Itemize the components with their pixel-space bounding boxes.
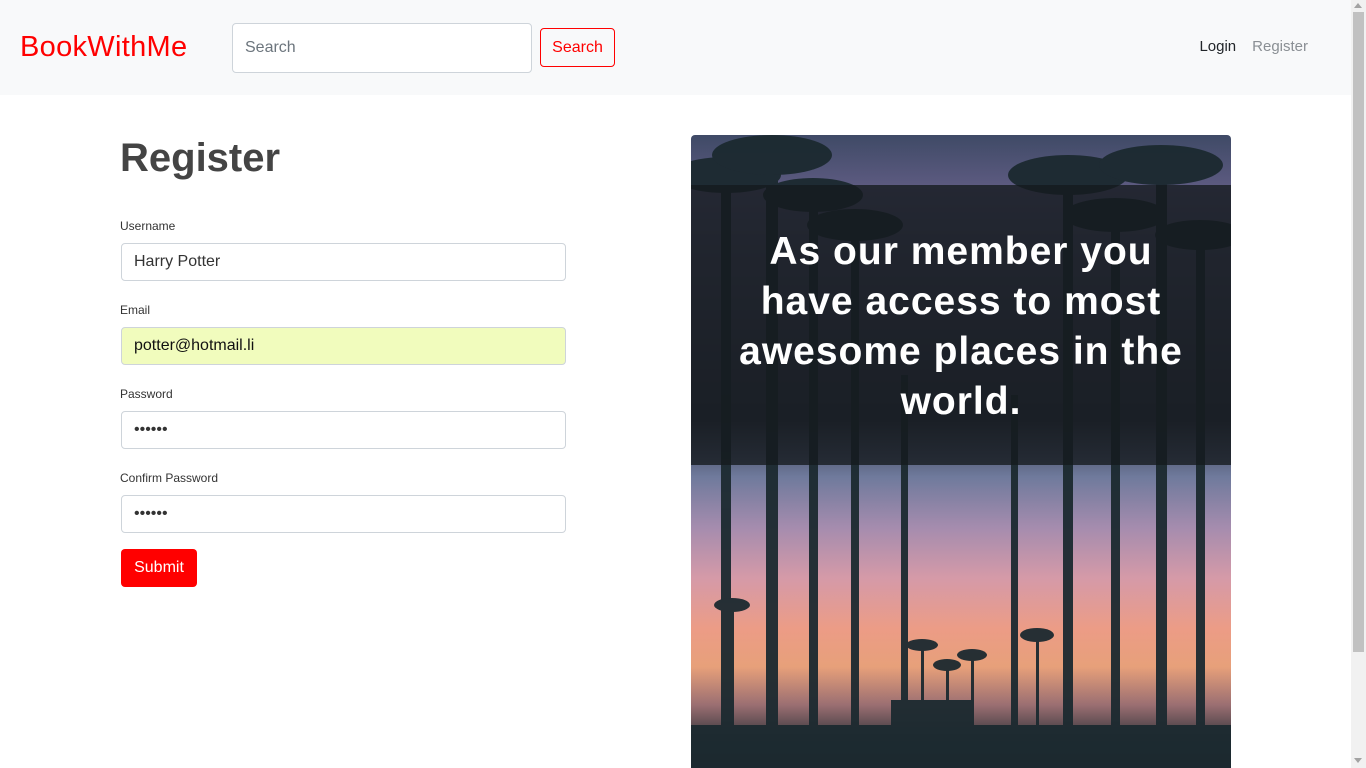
- email-field[interactable]: [121, 327, 566, 365]
- promo-image-panel: As our member you have access to most aw…: [691, 135, 1231, 768]
- top-navbar: BookWithMe Search Login Register: [0, 0, 1351, 95]
- promo-text: As our member you have access to most aw…: [739, 230, 1183, 423]
- submit-button[interactable]: Submit: [121, 549, 197, 587]
- scroll-down-arrow-icon[interactable]: [1354, 758, 1362, 763]
- nav-links: Login Register: [1199, 38, 1308, 55]
- register-link[interactable]: Register: [1252, 38, 1308, 55]
- username-field[interactable]: [121, 243, 566, 281]
- scrollbar-thumb[interactable]: [1353, 12, 1364, 652]
- password-field[interactable]: [121, 411, 566, 449]
- scroll-up-arrow-icon[interactable]: [1354, 3, 1362, 8]
- search-button[interactable]: Search: [540, 28, 615, 67]
- search-input[interactable]: [232, 23, 532, 73]
- login-link[interactable]: Login: [1199, 38, 1236, 55]
- page-title: Register: [120, 136, 281, 180]
- confirm-password-label: Confirm Password: [120, 471, 219, 485]
- page-scrollbar[interactable]: [1351, 0, 1366, 768]
- confirm-password-field[interactable]: [121, 495, 566, 533]
- brand-logo-link[interactable]: BookWithMe: [20, 28, 187, 66]
- email-label: Email: [120, 303, 151, 317]
- password-label: Password: [120, 387, 173, 401]
- username-label: Username: [120, 219, 176, 233]
